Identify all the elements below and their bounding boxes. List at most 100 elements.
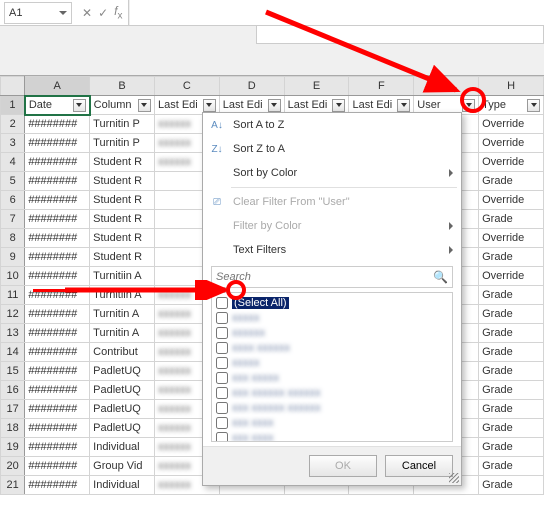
column-header[interactable]: A bbox=[25, 77, 90, 96]
data-cell[interactable]: ######## bbox=[25, 172, 90, 191]
row-header[interactable]: 16 bbox=[1, 381, 25, 400]
filter-dropdown-button[interactable] bbox=[397, 99, 410, 112]
filter-value-checkbox[interactable] bbox=[216, 432, 228, 443]
row-header[interactable]: 18 bbox=[1, 419, 25, 438]
column-header[interactable]: H bbox=[479, 77, 544, 96]
row-header[interactable]: 12 bbox=[1, 305, 25, 324]
data-cell[interactable]: ######## bbox=[25, 438, 90, 457]
filter-value-item[interactable]: xxxxxx bbox=[214, 325, 450, 340]
row-header[interactable]: 1 bbox=[1, 96, 25, 115]
row-header[interactable]: 2 bbox=[1, 115, 25, 134]
data-cell[interactable]: Grade bbox=[479, 172, 544, 191]
row-header[interactable]: 4 bbox=[1, 153, 25, 172]
ok-button[interactable]: OK bbox=[309, 455, 377, 477]
data-cell[interactable]: ######## bbox=[25, 305, 90, 324]
data-cell[interactable]: Student R bbox=[90, 210, 155, 229]
data-cell[interactable]: Grade bbox=[479, 210, 544, 229]
data-cell[interactable]: Grade bbox=[479, 400, 544, 419]
column-header[interactable]: F bbox=[349, 77, 414, 96]
data-cell[interactable]: Override bbox=[479, 115, 544, 134]
text-filters-item[interactable]: Text Filters bbox=[203, 238, 461, 262]
filter-dropdown-button[interactable] bbox=[332, 99, 345, 112]
data-cell[interactable]: Turnitin A bbox=[90, 305, 155, 324]
data-cell[interactable]: ######## bbox=[25, 267, 90, 286]
sort-az-item[interactable]: A↓ Sort A to Z bbox=[203, 113, 461, 137]
filter-value-checkbox[interactable] bbox=[216, 312, 228, 324]
data-cell[interactable]: Override bbox=[479, 134, 544, 153]
row-header[interactable]: 20 bbox=[1, 457, 25, 476]
accept-formula-icon[interactable]: ✓ bbox=[98, 6, 108, 20]
filter-value-item[interactable]: xxxx xxxxxx bbox=[214, 340, 450, 355]
data-cell[interactable]: PadletUQ bbox=[90, 419, 155, 438]
cancel-formula-icon[interactable]: ✕ bbox=[82, 6, 92, 20]
filter-search-input[interactable] bbox=[216, 271, 433, 283]
row-header[interactable]: 13 bbox=[1, 324, 25, 343]
data-cell[interactable]: Student R bbox=[90, 229, 155, 248]
select-all-corner[interactable] bbox=[1, 77, 25, 96]
data-cell[interactable]: ######## bbox=[25, 115, 90, 134]
row-header[interactable]: 19 bbox=[1, 438, 25, 457]
filter-dropdown-button[interactable] bbox=[462, 99, 475, 112]
data-cell[interactable]: Override bbox=[479, 191, 544, 210]
row-header[interactable]: 10 bbox=[1, 267, 25, 286]
data-cell[interactable]: PadletUQ bbox=[90, 381, 155, 400]
data-cell[interactable]: ######## bbox=[25, 286, 90, 305]
select-all-item[interactable]: (Select All) bbox=[214, 295, 450, 310]
data-cell[interactable]: Turnitiin A bbox=[90, 286, 155, 305]
data-cell[interactable]: Grade bbox=[479, 362, 544, 381]
data-cell[interactable]: ######## bbox=[25, 381, 90, 400]
filter-value-checkbox[interactable] bbox=[216, 372, 228, 384]
column-header[interactable]: C bbox=[154, 77, 219, 96]
data-cell[interactable]: Override bbox=[479, 229, 544, 248]
row-header[interactable]: 17 bbox=[1, 400, 25, 419]
filter-value-item[interactable]: xxx xxxx bbox=[214, 430, 450, 442]
data-cell[interactable]: ######## bbox=[25, 229, 90, 248]
row-header[interactable]: 7 bbox=[1, 210, 25, 229]
filter-search-box[interactable]: 🔍 bbox=[211, 266, 453, 288]
data-cell[interactable]: ######## bbox=[25, 248, 90, 267]
data-cell[interactable]: PadletUQ bbox=[90, 362, 155, 381]
row-header[interactable]: 8 bbox=[1, 229, 25, 248]
sort-color-item[interactable]: Sort by Color bbox=[203, 161, 461, 185]
data-cell[interactable]: Individual bbox=[90, 476, 155, 495]
data-cell[interactable]: Contribut bbox=[90, 343, 155, 362]
cancel-button[interactable]: Cancel bbox=[385, 455, 453, 477]
filter-value-item[interactable]: xxx xxxxxx xxxxxx bbox=[214, 400, 450, 415]
data-cell[interactable]: Grade bbox=[479, 457, 544, 476]
sort-za-item[interactable]: Z↓ Sort Z to A bbox=[203, 137, 461, 161]
data-cell[interactable]: Student R bbox=[90, 153, 155, 172]
data-cell[interactable]: Grade bbox=[479, 343, 544, 362]
data-cell[interactable]: Grade bbox=[479, 476, 544, 495]
data-cell[interactable]: ######## bbox=[25, 153, 90, 172]
select-all-checkbox[interactable] bbox=[216, 297, 228, 309]
data-cell[interactable]: Grade bbox=[479, 381, 544, 400]
data-cell[interactable]: ######## bbox=[25, 134, 90, 153]
row-header[interactable]: 11 bbox=[1, 286, 25, 305]
row-header[interactable]: 3 bbox=[1, 134, 25, 153]
row-header[interactable]: 5 bbox=[1, 172, 25, 191]
filter-value-item[interactable]: xxx xxxxxx xxxxxx bbox=[214, 385, 450, 400]
data-cell[interactable]: Grade bbox=[479, 248, 544, 267]
data-cell[interactable]: ######## bbox=[25, 191, 90, 210]
data-cell[interactable]: Override bbox=[479, 267, 544, 286]
data-cell[interactable]: Grade bbox=[479, 286, 544, 305]
data-cell[interactable]: Student R bbox=[90, 191, 155, 210]
column-header[interactable]: B bbox=[90, 77, 155, 96]
data-cell[interactable]: Student R bbox=[90, 172, 155, 191]
row-header[interactable]: 9 bbox=[1, 248, 25, 267]
column-header[interactable]: G bbox=[414, 77, 479, 96]
data-cell[interactable]: ######## bbox=[25, 419, 90, 438]
data-cell[interactable]: Grade bbox=[479, 324, 544, 343]
filter-value-item[interactable]: xxx xxxx bbox=[214, 415, 450, 430]
data-cell[interactable]: Grade bbox=[479, 305, 544, 324]
filter-value-item[interactable]: xxxxx bbox=[214, 355, 450, 370]
data-cell[interactable]: Grade bbox=[479, 419, 544, 438]
filter-value-checkbox[interactable] bbox=[216, 402, 228, 414]
filter-value-item[interactable]: xxx xxxxx bbox=[214, 370, 450, 385]
data-cell[interactable]: ######## bbox=[25, 457, 90, 476]
filter-dropdown-button[interactable] bbox=[203, 99, 216, 112]
data-cell[interactable]: Turnitiin A bbox=[90, 267, 155, 286]
row-header[interactable]: 21 bbox=[1, 476, 25, 495]
filter-value-list[interactable]: (Select All) xxxxxxxxxxxxxxx xxxxxxxxxxx… bbox=[211, 292, 453, 442]
data-cell[interactable]: Group Vid bbox=[90, 457, 155, 476]
